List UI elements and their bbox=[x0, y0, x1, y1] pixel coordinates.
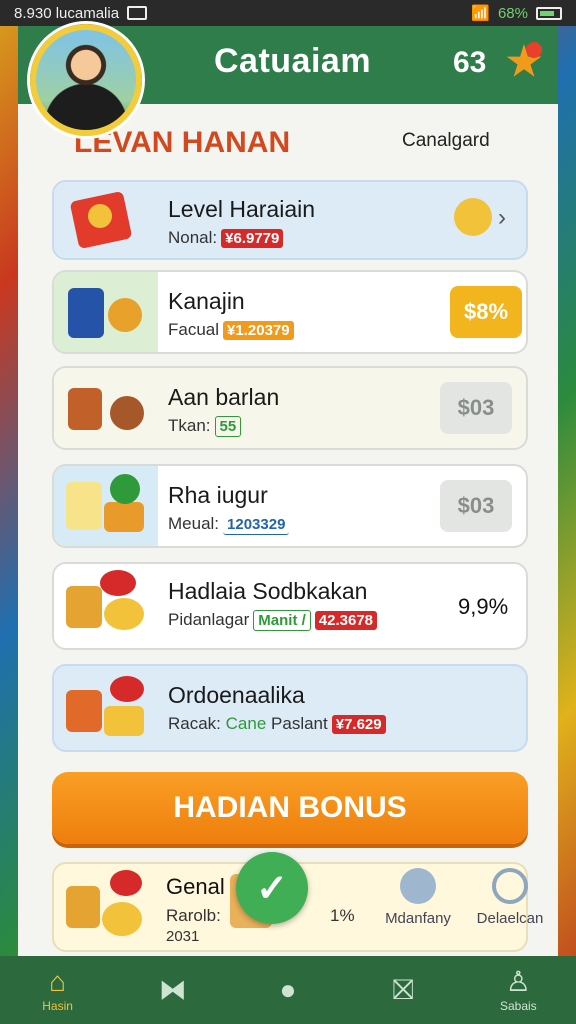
item-percent: 9,9% bbox=[458, 594, 509, 619]
battery-percent: 68% bbox=[497, 4, 528, 22]
price-tag: 1203329 bbox=[223, 515, 290, 535]
target-icon bbox=[492, 868, 528, 904]
nav-item-profile[interactable]: ♙ Sabais bbox=[478, 966, 558, 1014]
price-tag: ¥1.20379 bbox=[223, 321, 294, 340]
list-item[interactable]: Hadlaia Sodbkakan Pidanlagar Manit /42.36… bbox=[52, 562, 528, 650]
coin-icon bbox=[104, 598, 144, 630]
item-thumbnail bbox=[54, 272, 158, 352]
bottom-card-line3: 2031 bbox=[166, 928, 200, 945]
side-item-mdanfany[interactable]: Mdanfany bbox=[378, 868, 458, 927]
section-link[interactable]: Canalgard bbox=[402, 130, 490, 152]
buy-button[interactable]: $03 bbox=[440, 382, 512, 434]
badge-icon bbox=[110, 474, 140, 504]
item-title: Hadlaia Sodbkakan bbox=[168, 578, 368, 604]
status-time: 8.930 lucamalia bbox=[14, 4, 120, 22]
list-item[interactable]: Rha iugur Meual: 1203329 $03 bbox=[52, 464, 528, 548]
item-thumbnail bbox=[54, 368, 158, 448]
app-title: Catuaiam bbox=[214, 42, 372, 80]
item-title: Kanajin bbox=[168, 288, 245, 314]
app-screen: Catuaiam 63 LEVAN HANAN Canalgard Level … bbox=[18, 24, 558, 956]
box-icon bbox=[104, 706, 144, 736]
nav-item-home[interactable]: ⌂ Hasin bbox=[18, 966, 98, 1014]
checkmark-icon: ✓ bbox=[256, 867, 288, 910]
price-tag: 55 bbox=[214, 416, 242, 437]
check-button[interactable]: ✓ bbox=[236, 852, 308, 924]
bonus-button[interactable]: HADIAN BONUS bbox=[52, 772, 528, 844]
list-item[interactable]: Level Haraiain Nonal: ¥6.9779 › bbox=[52, 180, 528, 260]
item-thumbnail bbox=[54, 182, 158, 258]
item-title: Level Haraiain bbox=[168, 196, 316, 222]
chevron-right-icon[interactable]: › bbox=[498, 204, 506, 232]
bowl-icon bbox=[108, 298, 142, 332]
buy-button[interactable]: $03 bbox=[440, 480, 512, 532]
item-thumbnail bbox=[54, 666, 158, 750]
circle-icon: ● bbox=[279, 974, 297, 1005]
star-icon bbox=[454, 198, 492, 236]
box-icon bbox=[104, 502, 144, 532]
bottom-card-percent: 1% bbox=[330, 906, 355, 925]
badge-icon bbox=[110, 676, 144, 702]
cup-icon bbox=[66, 690, 102, 732]
bottom-card-title: Genal bbox=[166, 874, 225, 899]
cup-icon bbox=[66, 886, 100, 928]
side-item-delaelcan[interactable]: Delaelcan bbox=[470, 868, 550, 927]
list-item[interactable]: Aan barlan Tkan: 55 $03 bbox=[52, 366, 528, 450]
coin-icon bbox=[102, 902, 142, 936]
coin-icon bbox=[88, 204, 112, 228]
item-subtitle: Nonal: ¥6.9779 bbox=[168, 228, 284, 248]
drink-icon bbox=[68, 288, 104, 338]
nav-label: Hasin bbox=[42, 999, 73, 1013]
badge-icon bbox=[100, 570, 136, 596]
notification-icon bbox=[127, 6, 148, 20]
coin-count: 63 bbox=[453, 46, 487, 79]
avatar[interactable] bbox=[30, 24, 142, 136]
bottom-card-line2: Rarolb: bbox=[166, 906, 221, 925]
item-title: Ordoenaalika bbox=[168, 682, 305, 708]
monkey-icon bbox=[110, 396, 144, 430]
bookmark-icon: ⛝ bbox=[392, 974, 414, 1005]
person-icon bbox=[400, 868, 436, 904]
list-item[interactable]: Kanajin Facual ¥1.20379 $8% bbox=[52, 270, 528, 354]
item-thumbnail bbox=[54, 466, 158, 546]
item-subtitle: Facual ¥1.20379 bbox=[168, 320, 294, 340]
item-subtitle: Racak: Cane Paslant ¥7.629 bbox=[168, 714, 386, 734]
home-icon: ⌂ bbox=[49, 966, 67, 997]
item-subtitle: Pidanlagar Manit /42.3678 bbox=[168, 610, 378, 631]
list-item[interactable]: Ordoenaalika Racak: Cane Paslant ¥7.629 bbox=[52, 664, 528, 752]
item-title: Rha iugur bbox=[168, 482, 268, 508]
notification-dot-icon bbox=[526, 42, 542, 58]
battery-icon bbox=[536, 6, 562, 20]
profile-icon: ♙ bbox=[505, 966, 531, 997]
item-subtitle: Meual: 1203329 bbox=[168, 514, 290, 535]
status-bar: 8.930 lucamalia 📶 68% bbox=[0, 0, 576, 26]
signal-icon: 📶 bbox=[471, 5, 490, 22]
item-subtitle: Tkan: 55 bbox=[168, 416, 242, 437]
cup-icon bbox=[66, 586, 102, 628]
juice-icon bbox=[66, 482, 102, 530]
badge-icon bbox=[110, 870, 142, 896]
nav-item-ribbon[interactable]: ⧓ bbox=[133, 975, 213, 1005]
price-tag: 42.3678 bbox=[314, 611, 378, 630]
buy-button[interactable]: $8% bbox=[450, 286, 522, 338]
side-item-label: Mdanfany bbox=[385, 910, 451, 927]
price-tag: ¥6.9779 bbox=[221, 229, 284, 248]
ribbon-icon: ⧓ bbox=[158, 974, 187, 1005]
nav-item-bookmark[interactable]: ⛝ bbox=[363, 975, 443, 1005]
item-title: Aan barlan bbox=[168, 384, 280, 410]
item-thumbnail bbox=[54, 564, 158, 648]
nav-label: Sabais bbox=[499, 999, 537, 1013]
nav-item-center[interactable]: ● bbox=[248, 975, 328, 1005]
cup-icon bbox=[68, 388, 102, 430]
price-tag: ¥7.629 bbox=[331, 715, 386, 734]
status-tag: Manit / bbox=[253, 610, 311, 631]
bottom-nav: ⌂ Hasin ⧓ ● ⛝ ♙ Sabais bbox=[0, 956, 576, 1024]
side-item-label: Delaelcan bbox=[476, 910, 544, 927]
